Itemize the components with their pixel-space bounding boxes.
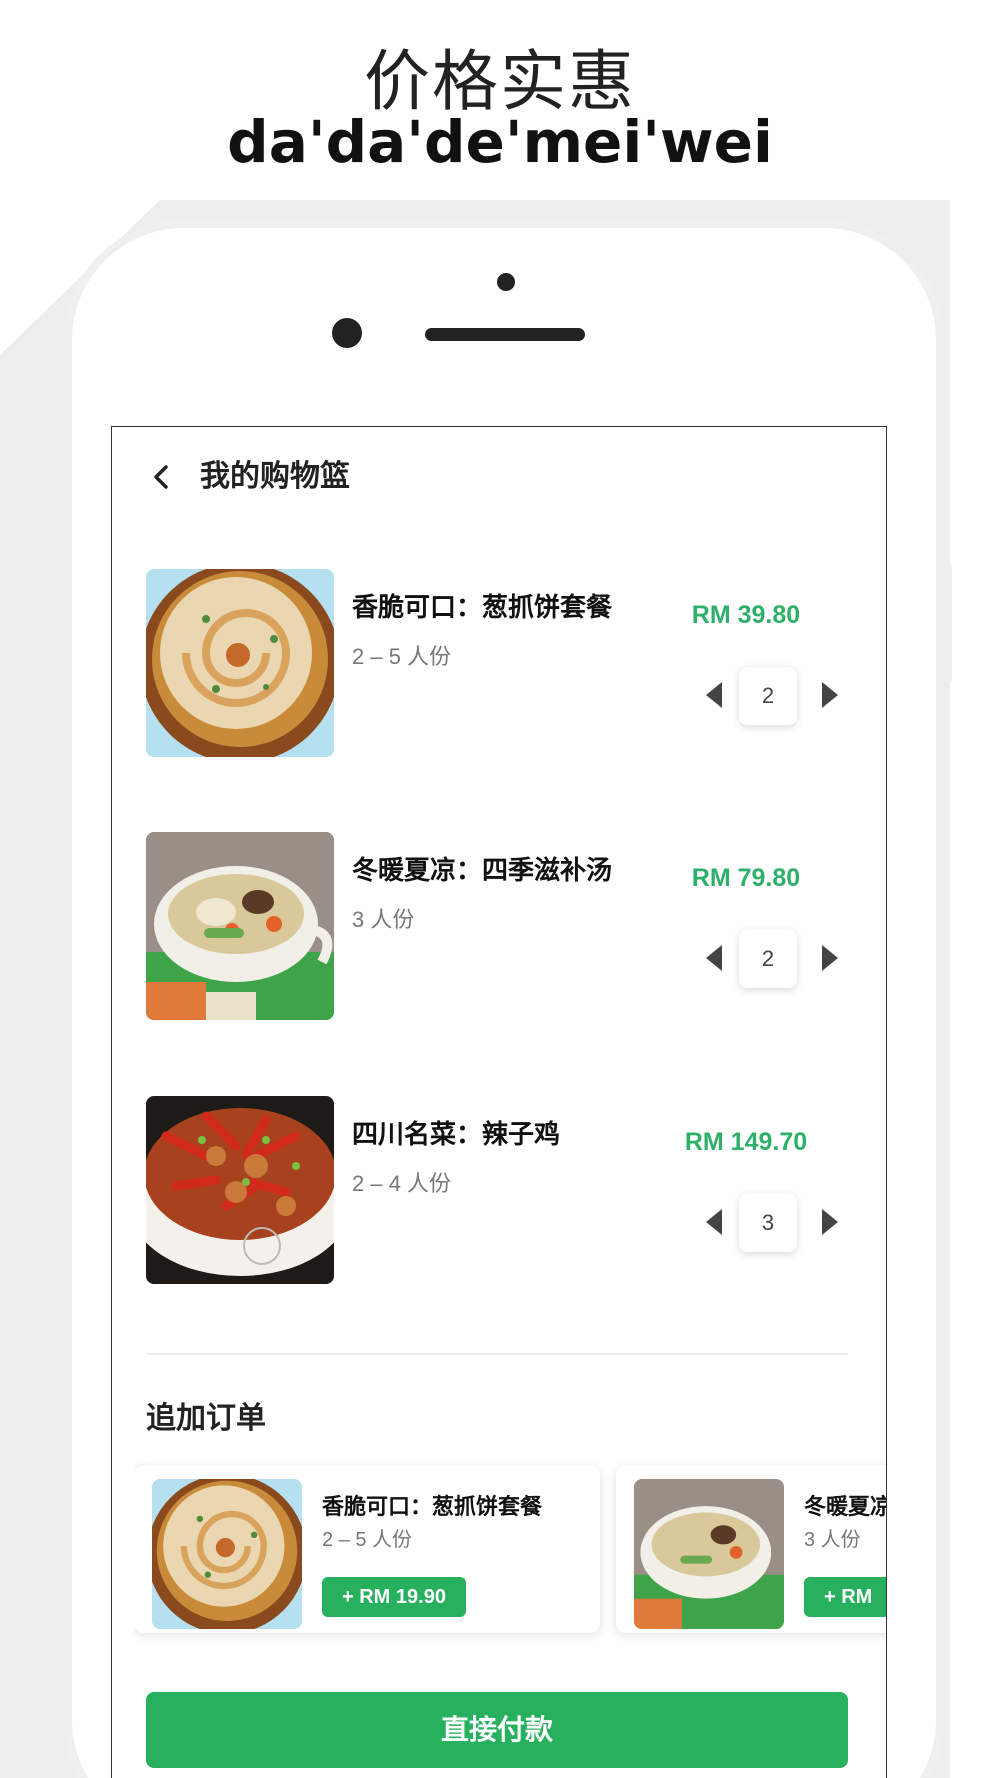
cart-item: 香脆可口：葱抓饼套餐 2 – 5 人份 RM 39.80 2: [146, 569, 846, 759]
addon-card[interactable]: 冬暖夏凉：四季滋补汤 3 人份 + RM: [616, 1465, 886, 1633]
item-name: 四川名菜：辣子鸡: [352, 1119, 561, 1149]
quantity-stepper: 2: [706, 930, 840, 988]
item-price: RM 39.80: [691, 601, 801, 629]
scallion-pancake-image: [146, 569, 334, 757]
quantity-value[interactable]: 2: [739, 930, 797, 988]
quantity-value[interactable]: 3: [739, 1194, 797, 1252]
add-to-order-button[interactable]: + RM 19.90: [322, 1577, 466, 1617]
cart-item: 四川名菜：辣子鸡 2 – 4 人份 RM 149.70 3: [146, 1096, 846, 1286]
decrease-arrow-icon[interactable]: [706, 682, 722, 708]
quantity-stepper: 3: [706, 1194, 840, 1252]
item-servings: 3 人份: [352, 907, 415, 932]
item-name: 香脆可口：葱抓饼套餐: [352, 592, 613, 622]
app-header: 我的购物篮: [112, 427, 886, 527]
increase-arrow-icon[interactable]: [822, 1209, 838, 1235]
item-servings: 2 – 4 人份: [352, 1171, 452, 1196]
addon-section-title: 追加订单: [146, 1402, 266, 1435]
promo-subheadline: da'da'de'mei'wei: [227, 108, 773, 176]
spicy-chicken-image: [146, 1096, 334, 1284]
addon-name: 冬暖夏凉：四季滋补汤: [804, 1494, 886, 1519]
item-name: 冬暖夏凉：四季滋补汤: [352, 855, 613, 885]
addon-servings: 3 人份: [804, 1529, 861, 1551]
phone-side-button: [940, 563, 952, 683]
quantity-stepper: 2: [706, 667, 840, 725]
front-camera: [497, 273, 515, 291]
addon-carousel[interactable]: 香脆可口：葱抓饼套餐 2 – 5 人份 + RM 19.90 冬暖夏凉：四季滋补…: [134, 1447, 886, 1647]
proximity-sensor: [332, 318, 362, 348]
addon-name: 香脆可口：葱抓饼套餐: [322, 1494, 543, 1519]
scallion-pancake-image: [152, 1479, 302, 1629]
earpiece-speaker: [425, 328, 585, 341]
cart-item: 冬暖夏凉：四季滋补汤 3 人份 RM 79.80 2: [146, 832, 846, 1022]
decrease-arrow-icon[interactable]: [706, 945, 722, 971]
add-to-order-button[interactable]: + RM: [804, 1577, 886, 1617]
decrease-arrow-icon[interactable]: [706, 1209, 722, 1235]
increase-arrow-icon[interactable]: [822, 945, 838, 971]
app-screen: 我的购物篮 香脆可口：葱抓饼套餐 2 – 5 人份 RM 39.80 2 冬暖夏…: [111, 426, 887, 1778]
addon-servings: 2 – 5 人份: [322, 1529, 413, 1551]
item-price: RM 149.70: [684, 1128, 808, 1156]
page-title: 我的购物篮: [200, 460, 350, 493]
section-divider: [146, 1353, 848, 1355]
soup-bowl-image: [634, 1479, 784, 1629]
item-servings: 2 – 5 人份: [352, 644, 452, 669]
pay-now-button[interactable]: 直接付款: [146, 1692, 848, 1768]
quantity-value[interactable]: 2: [739, 667, 797, 725]
addon-card[interactable]: 香脆可口：葱抓饼套餐 2 – 5 人份 + RM 19.90: [134, 1465, 600, 1633]
chevron-left-icon[interactable]: [142, 457, 182, 497]
soup-bowl-image: [146, 832, 334, 1020]
increase-arrow-icon[interactable]: [822, 682, 838, 708]
item-price: RM 79.80: [691, 864, 801, 892]
